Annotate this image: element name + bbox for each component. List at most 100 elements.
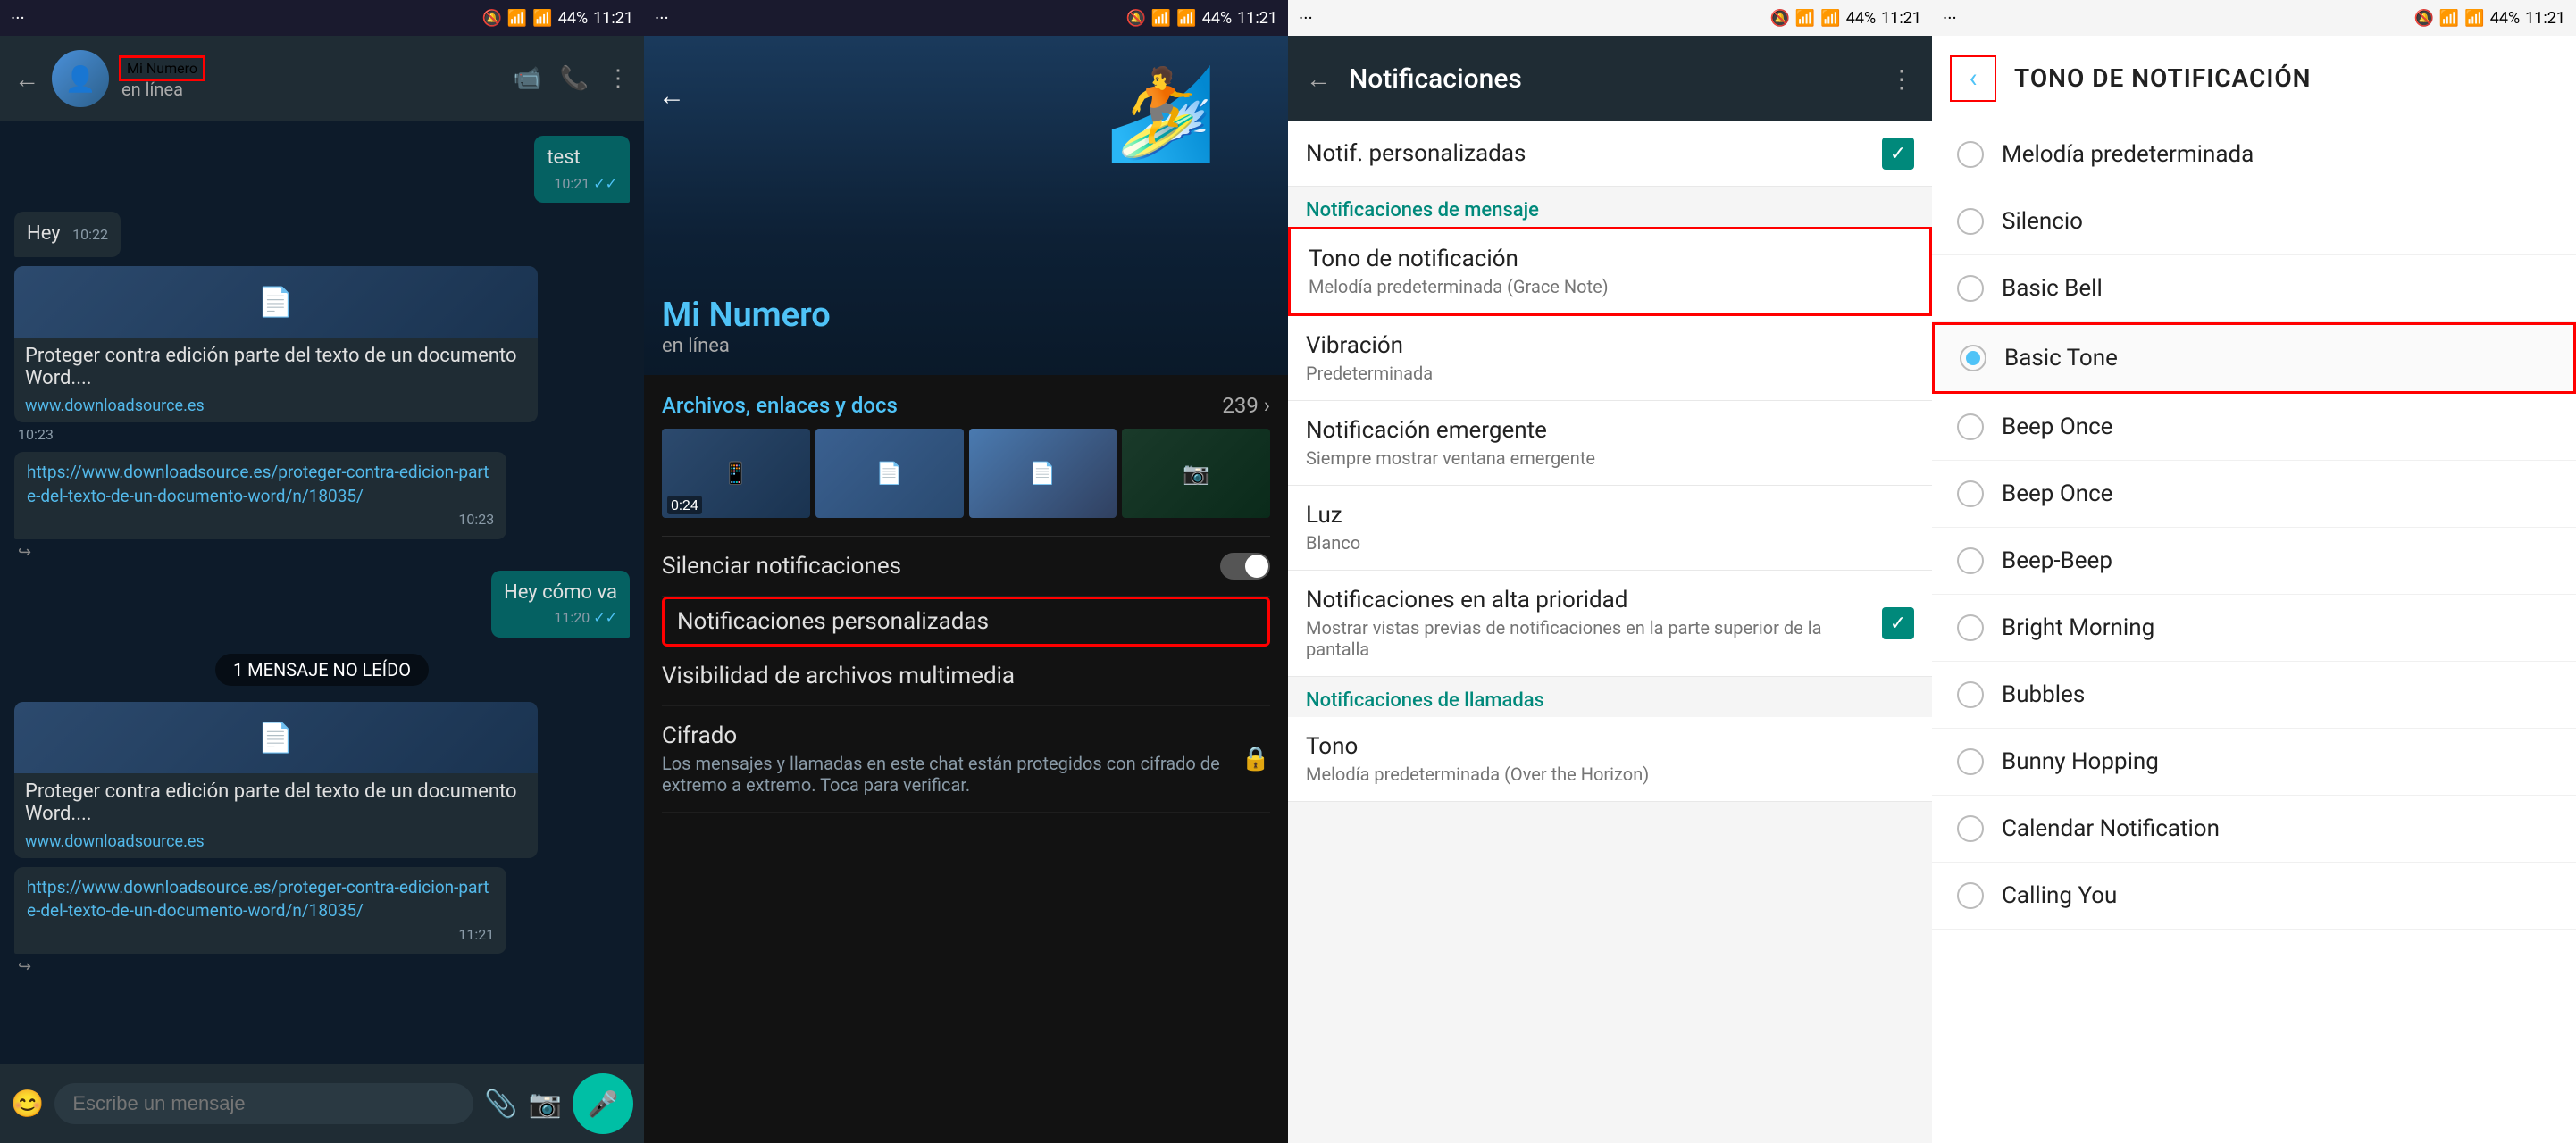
ringtone-list: Melodía predeterminada Silencio Basic Be… <box>1932 121 2576 1143</box>
ringtone-item[interactable]: Silencio <box>1932 188 2576 255</box>
media-title: Proteger contra edición parte del texto … <box>14 338 538 396</box>
message-input[interactable] <box>54 1083 473 1124</box>
status-bar-3: ··· 🔕 📶 📶 44% 11:21 <box>1288 0 1932 36</box>
notif-popup-item[interactable]: Notificación emergente Siempre mostrar v… <box>1288 401 1932 486</box>
notif-call-tone-item[interactable]: Tono Melodía predeterminada (Over the Ho… <box>1288 717 1932 802</box>
ringtone-name: Melodía predeterminada <box>2002 141 2254 168</box>
ringtone-item[interactable]: Melodía predeterminada <box>1932 121 2576 188</box>
media-link: www.downloadsource.es <box>14 396 538 422</box>
camera-icon[interactable]: 📷 <box>529 1089 562 1120</box>
radio-button[interactable] <box>1957 614 1984 641</box>
notif-priority-item[interactable]: Notificaciones en alta prioridad Mostrar… <box>1288 571 1932 677</box>
mute-icon: 🔕 <box>481 9 501 28</box>
document-icon: 📄 <box>258 285 294 319</box>
msg-read-icon: ✓✓ <box>593 174 617 194</box>
ringtone-item[interactable]: Bubbles <box>1932 662 2576 729</box>
contact-info[interactable]: Mi Numero en línea <box>121 58 500 100</box>
radio-button[interactable] <box>1957 275 1984 302</box>
media-grid-item[interactable]: 📄 <box>969 429 1117 518</box>
mute-label: Silenciar notificaciones <box>662 553 901 580</box>
radio-button[interactable] <box>1957 413 1984 440</box>
media-section-link[interactable]: Archivos, enlaces y docs <box>662 393 898 418</box>
ringtone-item[interactable]: Bright Morning <box>1932 595 2576 662</box>
radio-inner <box>1963 281 1978 296</box>
ringtone-item[interactable]: Beep Once <box>1932 394 2576 461</box>
media-visibility-item[interactable]: Visibilidad de archivos multimedia <box>662 647 1270 706</box>
radio-button[interactable] <box>1957 141 1984 168</box>
mic-button[interactable]: 🎤 <box>573 1073 633 1134</box>
radio-inner <box>1963 214 1978 229</box>
menu-icon[interactable]: ⋮ <box>606 65 630 92</box>
encryption-item[interactable]: Cifrado Los mensajes y llamadas en este … <box>662 706 1270 813</box>
media-message: 📄 Proteger contra edición parte del text… <box>14 266 538 422</box>
voice-call-icon[interactable]: 📞 <box>560 65 589 92</box>
message-bubble: Hey 10:22 <box>14 212 121 257</box>
notif-priority-sublabel: Mostrar vistas previas de notificaciones… <box>1306 617 1882 660</box>
radio-button[interactable] <box>1957 547 1984 574</box>
ringtone-item-selected[interactable]: Basic Tone <box>1932 322 2576 394</box>
chat-back-button[interactable]: ← <box>14 64 39 94</box>
notif-tone-item[interactable]: Tono de notificación Melodía predetermin… <box>1288 227 1932 316</box>
forward-icon-2[interactable]: ↪ <box>18 957 31 976</box>
radio-button[interactable] <box>1957 882 1984 909</box>
status-left-4: ··· <box>1943 7 1957 29</box>
media-grid-item[interactable]: 📄 <box>815 429 964 518</box>
notif-light-sublabel: Blanco <box>1306 532 1914 554</box>
media-grid-item[interactable]: 📷 <box>1122 429 1270 518</box>
notif-back-button[interactable]: ← <box>1306 64 1331 94</box>
media-thumb: 📄 <box>14 702 538 773</box>
notif-light-label: Luz <box>1306 502 1914 529</box>
radio-inner <box>1963 822 1978 836</box>
radio-button[interactable] <box>1957 748 1984 775</box>
radio-button[interactable] <box>1957 480 1984 507</box>
profile-body: Archivos, enlaces y docs 239 › 📱 0:24 📄 … <box>644 375 1288 1143</box>
status-bar-1: ··· 🔕 📶 📶 44% 11:21 <box>0 0 644 36</box>
wifi-icon: 📶 <box>507 9 527 28</box>
msg-meta: 11:21 <box>27 925 494 945</box>
notif-vibration-item[interactable]: Vibración Predeterminada <box>1288 316 1932 401</box>
radio-button[interactable] <box>1957 208 1984 235</box>
mute-notifications-item[interactable]: Silenciar notificaciones <box>662 537 1270 597</box>
ringtone-item[interactable]: Calling You <box>1932 863 2576 930</box>
status-dots-2: ··· <box>655 7 669 29</box>
ringtone-item[interactable]: Bunny Hopping <box>1932 729 2576 796</box>
notif-item[interactable]: Notif. personalizadas ✓ <box>1288 121 1932 187</box>
media-grid-item[interactable]: 📱 0:24 <box>662 429 810 518</box>
video-call-icon[interactable]: 📹 <box>513 65 541 92</box>
mute-toggle[interactable] <box>1220 553 1270 580</box>
contact-avatar[interactable]: 👤 <box>52 50 109 107</box>
radio-button[interactable] <box>1957 681 1984 708</box>
ringtone-item[interactable]: Calendar Notification <box>1932 796 2576 863</box>
attach-icon[interactable]: 📎 <box>484 1089 517 1120</box>
battery-label-4: 44% <box>2490 9 2520 28</box>
forward-icon[interactable]: ↪ <box>18 543 31 562</box>
ringtone-back-button[interactable]: ‹ <box>1950 55 1996 102</box>
radio-button-selected[interactable] <box>1960 345 1986 371</box>
media-section-row[interactable]: Archivos, enlaces y docs 239 › <box>662 393 1270 418</box>
notif-light-item[interactable]: Luz Blanco <box>1288 486 1932 571</box>
wifi-icon-3: 📶 <box>1795 9 1815 28</box>
status-left-2: ··· <box>655 7 669 29</box>
msg-time-media: 10:23 <box>18 426 54 443</box>
panel-profile: ··· 🔕 📶 📶 44% 11:21 🏄 ← Mi Numero en lín… <box>644 0 1288 1143</box>
notif-checkbox[interactable]: ✓ <box>1882 138 1914 170</box>
notif-popup-sublabel: Siempre mostrar ventana emergente <box>1306 447 1914 469</box>
mute-icon-3: 🔕 <box>1769 9 1789 28</box>
ringtone-item[interactable]: Beep Once <box>1932 461 2576 528</box>
profile-back-button[interactable]: ← <box>658 80 685 112</box>
msg-time: 10:23 <box>458 510 494 530</box>
notif-menu-icon[interactable]: ⋮ <box>1889 64 1914 94</box>
notif-call-tone-sublabel: Melodía predeterminada (Over the Horizon… <box>1306 763 1914 785</box>
ringtone-item[interactable]: Basic Bell <box>1932 255 2576 322</box>
custom-notifications-item[interactable]: Notificaciones personalizadas <box>662 597 1270 647</box>
status-bar-4: ··· 🔕 📶 📶 44% 11:21 <box>1932 0 2576 36</box>
radio-inner <box>1963 420 1978 434</box>
profile-hero: 🏄 ← Mi Numero en línea <box>644 36 1288 375</box>
chat-footer: 😊 📎 📷 🎤 <box>0 1064 644 1143</box>
ringtone-name: Bright Morning <box>2002 614 2154 641</box>
emoji-icon[interactable]: 😊 <box>11 1089 44 1120</box>
ringtone-item[interactable]: Beep-Beep <box>1932 528 2576 595</box>
ringtone-title: TONO DE NOTIFICACIÓN <box>2014 63 2558 93</box>
notif-priority-checkbox[interactable]: ✓ <box>1882 607 1914 639</box>
radio-button[interactable] <box>1957 815 1984 842</box>
